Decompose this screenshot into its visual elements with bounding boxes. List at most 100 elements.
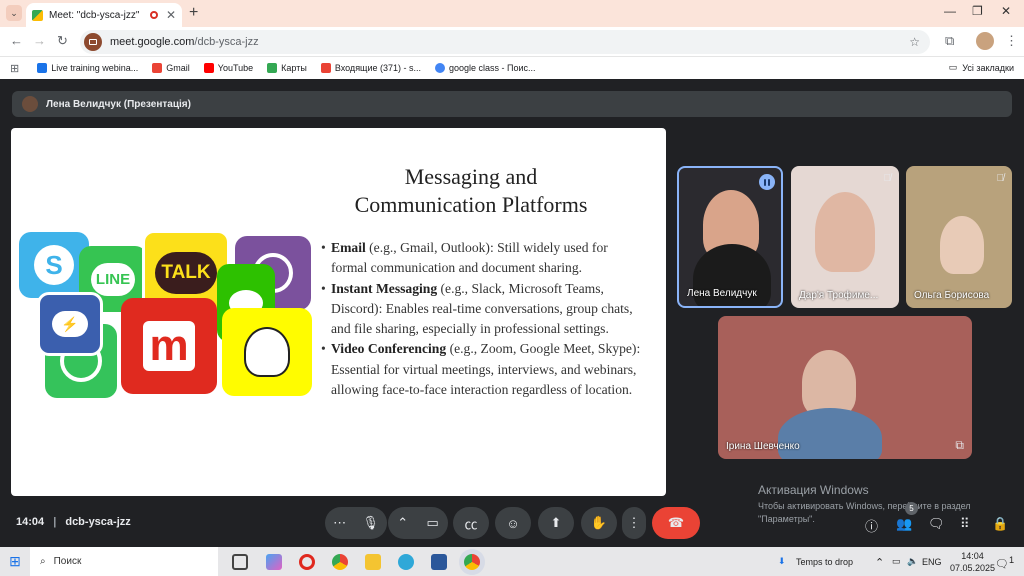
apps-grid-icon[interactable]: ⊞ [10,62,19,75]
bookmark-5[interactable]: google class - Поис... [435,63,536,73]
mic-control-group: ⋯ 🎙 [325,507,387,539]
all-bookmarks[interactable]: ▭ Усі закладки [949,62,1014,73]
chrome-icon[interactable] [332,554,348,570]
participant-tile[interactable]: 🎙̸ Ольга Борисова [906,166,1012,308]
bullet-im-title: Instant Messaging [331,280,438,296]
slide-title: Messaging and Communication Platforms [321,163,621,219]
bookmark-1[interactable]: Gmail [152,63,190,73]
bookmark-0-label: Live training webina... [51,63,139,73]
taskbar-search[interactable]: ⌕ Поиск [30,547,218,576]
raise-hand-button[interactable]: ✋ [581,507,617,539]
clock-time: 14:04 [961,551,984,561]
hang-up-icon: ☎ [667,515,685,530]
emoji-icon: ☺ [506,515,520,531]
participant-tile[interactable]: Лена Велидчук [677,166,783,308]
copilot-icon[interactable] [266,554,282,570]
bookmark-2[interactable]: YouTube [203,63,253,73]
tray-chevron-icon[interactable]: ⌃ [875,556,884,569]
bookmark-0-icon [37,63,48,73]
new-tab-button[interactable]: + [189,4,198,22]
captions-icon: ㏄ [464,516,478,532]
extensions-icon[interactable]: ⧉ [945,33,954,49]
participant-video [815,192,875,272]
language-indicator[interactable]: ENG [922,557,942,567]
clock-date: 07.05.2025 [950,563,996,573]
people-button[interactable]: 👥 [896,516,912,532]
more-options-button[interactable]: ⋮ [622,507,646,539]
meet-stage: Лена Велидчук (Презентація) S LINE TALK … [0,79,1024,547]
pin-icon[interactable]: ⧉ [955,438,964,453]
tab-title: Meet: "dcb-ysca-jzz" [49,9,140,21]
chrome-active-icon[interactable] [464,554,480,570]
participant-tile[interactable]: 🎙̸ Дар'я Трофиме... [791,166,899,308]
minimize-button[interactable]: — [944,4,956,18]
more-vert-icon: ⋮ [627,515,641,530]
chat-button[interactable]: 🗨 [928,516,945,532]
tab-search-button[interactable]: ⌄ [6,5,22,21]
reactions-button[interactable]: ☺ [495,507,531,539]
tab-close-button[interactable]: ✕ [166,8,176,22]
bullet-email: Email (e.g., Gmail, Outlook): Still wide… [321,238,641,279]
slide-title-line2: Communication Platforms [354,192,588,217]
network-icon[interactable]: ▭ [892,556,901,567]
app-logos-collage: S LINE TALK m ⚡ [17,228,312,403]
bullet-video-conferencing: Video Conferencing (e.g., Zoom, Google M… [321,339,641,400]
edge-icon[interactable] [398,554,414,570]
bookmark-star-icon[interactable]: ☆ [909,35,920,49]
volume-icon[interactable]: 🔈 [907,556,918,567]
bookmark-4[interactable]: Входящие (371) - s... [320,63,421,73]
meeting-time: 14:04 [16,516,45,528]
address-toolbar: ← → ↻ meet.google.com/dcb-ysca-jzz ☆ ⧉ ⋮ [0,27,1024,57]
bullet-email-text: (e.g., Gmail, Outlook): Still widely use… [331,240,608,276]
captions-button[interactable]: ㏄ [453,507,489,539]
slide-bullets: Email (e.g., Gmail, Outlook): Still wide… [321,238,641,400]
file-explorer-icon[interactable] [365,554,381,570]
presentation-slide: S LINE TALK m ⚡ Messaging and Communicat… [11,128,666,496]
weather-text[interactable]: Temps to drop [796,557,853,567]
participant-name: Ірина Шевченко [726,441,800,452]
word-icon[interactable] [431,554,447,570]
microphone-button[interactable]: 🎙 [362,515,379,531]
tab-meet[interactable]: Meet: "dcb-ysca-jzz" ✕ [26,3,182,27]
meeting-details-button[interactable]: ⓘ [865,516,878,535]
host-controls-button[interactable]: 🔒 [992,516,1008,532]
presenter-label: Лена Велидчук (Презентація) [46,98,191,110]
browser-menu-icon[interactable]: ⋮ [1005,33,1018,49]
participant-video [940,216,984,274]
close-window-button[interactable]: ✕ [1001,4,1011,18]
camera-options-chevron-icon[interactable]: ⌃ [397,515,408,531]
profile-avatar[interactable] [976,32,994,50]
reload-icon[interactable]: ↻ [57,33,68,49]
leave-call-button[interactable]: ☎ [652,507,700,539]
task-view-icon[interactable] [232,554,248,570]
slide-title-line1: Messaging and [404,164,538,189]
camera-button[interactable]: ▭ [426,515,438,531]
windows-start-icon[interactable]: ⊞ [0,553,30,570]
search-placeholder: Поиск [53,556,82,567]
bookmark-0[interactable]: Live training webina... [37,63,138,73]
back-arrow-icon[interactable]: ← [10,33,23,48]
more-audio-options-icon[interactable]: ⋯ [333,515,346,531]
bullet-email-title: Email [331,240,366,255]
clock[interactable]: 14:04 07.05.2025 [950,550,995,574]
opera-icon[interactable] [299,554,315,570]
notification-count: 1 [1008,555,1015,565]
search-icon: ⌕ [40,556,46,567]
present-screen-icon: ⬆ [550,515,562,530]
activities-button[interactable]: ⠿ [960,516,970,532]
bookmarks-bar: ⊞ Live training webina... Gmail YouTube … [0,57,1024,79]
present-button[interactable]: ⬆ [538,507,574,539]
bullet-instant-messaging: Instant Messaging (e.g., Slack, Microsof… [321,279,641,340]
maximize-button[interactable]: ❐ [972,4,983,18]
participant-tile[interactable]: ⧉ Ірина Шевченко [718,316,972,459]
address-bar[interactable]: meet.google.com/dcb-ysca-jzz ☆ [80,30,930,54]
line-logo-text: LINE [90,262,136,296]
bullet-vc-title: Video Conferencing [331,341,447,357]
bookmark-5-label: google class - Поис... [449,63,536,73]
notifications-icon[interactable]: 🗨1 [995,555,1014,571]
recording-indicator-icon [149,11,158,19]
forward-arrow-icon[interactable]: → [33,33,46,48]
bookmark-3[interactable]: Карты [267,63,307,73]
participant-name: Лена Велидчук [687,288,757,299]
site-info-icon[interactable] [84,33,102,51]
